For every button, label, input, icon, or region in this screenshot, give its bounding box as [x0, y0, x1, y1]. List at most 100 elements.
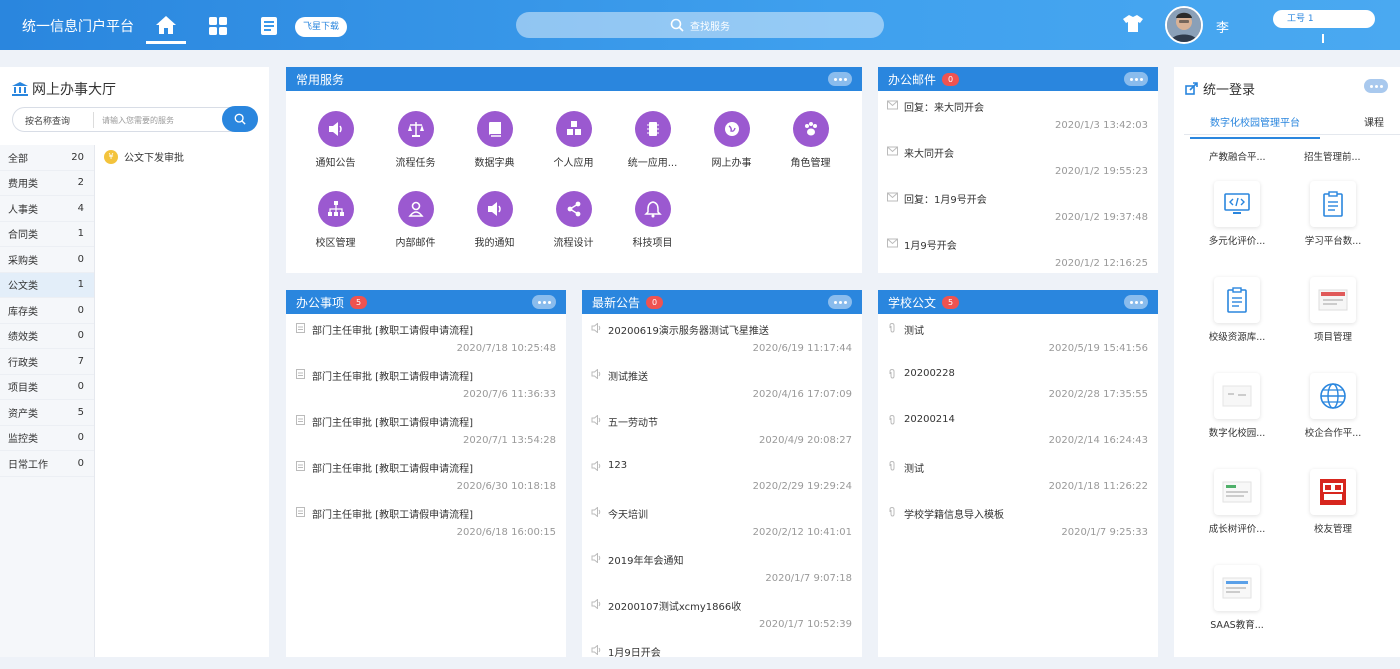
- category-item[interactable]: 行政类 7: [0, 349, 94, 375]
- service-process-task[interactable]: 流程任务: [376, 111, 455, 169]
- tab-platform[interactable]: 数字化校园管理平台: [1190, 114, 1320, 139]
- category-item[interactable]: 监控类 0: [0, 426, 94, 451]
- service-unified-apps[interactable]: 统一应用...: [613, 111, 692, 169]
- avatar[interactable]: [1165, 6, 1203, 44]
- school-documents-panel: 学校公文 5 测试 2020/5/19 15:41:56 20200228 2020…: [878, 290, 1158, 657]
- category-item-active[interactable]: 公文类 1: [0, 272, 94, 298]
- app-link[interactable]: 招生管理前...: [1304, 149, 1361, 163]
- task-item[interactable]: 部门主任审批 [教职工请假申请流程] 2020/6/30 10:18:18: [286, 452, 566, 498]
- app-tile[interactable]: 项目管理: [1288, 277, 1378, 343]
- panel-header: 最新公告 0: [582, 290, 862, 314]
- mail-item[interactable]: 1月9号开会 2020/1/2 12:16:25: [878, 229, 1158, 275]
- notice-item[interactable]: 测试推送 2020/4/16 17:07:09: [582, 360, 862, 406]
- service-personal-apps[interactable]: 个人应用: [534, 111, 613, 169]
- notice-item[interactable]: 1月9日开会: [582, 636, 862, 657]
- category-item[interactable]: 人事类 4: [0, 196, 94, 222]
- search-scope-select[interactable]: 按名称查询: [25, 114, 70, 127]
- task-item[interactable]: 部门主任审批 [教职工请假申请流程] 2020/7/1 13:54:28: [286, 406, 566, 452]
- category-item[interactable]: 费用类 2: [0, 171, 94, 196]
- service-internal-mail[interactable]: 内部邮件: [376, 191, 455, 249]
- app-tile[interactable]: 多元化评价...: [1192, 181, 1282, 247]
- category-service-item[interactable]: ¥ 公文下发审批: [104, 149, 184, 164]
- app-link[interactable]: 产教融合平...: [1209, 149, 1266, 163]
- document-item[interactable]: 测试 2020/5/19 15:41:56: [878, 314, 1158, 360]
- category-item[interactable]: 合同类 1: [0, 222, 94, 247]
- notice-item[interactable]: 2019年年会通知 2020/1/7 9:07:18: [582, 544, 862, 590]
- app-tile[interactable]: 学习平台数...: [1288, 181, 1378, 247]
- theme-button[interactable]: [1122, 13, 1144, 36]
- chip-icon: [646, 122, 659, 136]
- app-tile[interactable]: 校企合作平...: [1288, 373, 1378, 439]
- speaker-icon: [591, 553, 601, 563]
- notice-item[interactable]: 20200619演示服务器测试飞星推送 2020/6/19 11:17:44: [582, 314, 862, 360]
- more-button[interactable]: [828, 72, 852, 86]
- app-tile[interactable]: 校友管理: [1288, 469, 1378, 535]
- file-icon: [296, 507, 305, 517]
- mail-item[interactable]: 回复：1月9号开会 2020/1/2 19:37:48: [878, 183, 1158, 229]
- category-item[interactable]: 日常工作 0: [0, 451, 94, 477]
- more-button[interactable]: [1124, 295, 1148, 309]
- app-tile[interactable]: 数字化校园...: [1192, 373, 1282, 439]
- service-tech-projects[interactable]: 科技项目: [613, 191, 692, 249]
- download-button[interactable]: 飞星下载: [295, 17, 348, 37]
- more-button[interactable]: [532, 295, 556, 309]
- apps-nav-button[interactable]: [198, 10, 238, 42]
- service-data-dictionary[interactable]: 数据字典: [455, 111, 534, 169]
- category-list: 全部 20 费用类 2 人事类 4 合同类 1 采购类 0 公文类 1 库存类 0 绩效类 0 …: [0, 145, 95, 657]
- category-item[interactable]: 项目类 0: [0, 375, 94, 400]
- unified-login-panel: 统一登录 数字化校园管理平台 课程 产教融合平... 招生管理前... 多元化评…: [1174, 67, 1400, 657]
- top-bar: 统一信息门户平台 飞星下载 查找服务 李 工号 1: [0, 0, 1400, 50]
- more-button[interactable]: [1124, 72, 1148, 86]
- app-tile[interactable]: 校级资源库...: [1192, 277, 1282, 343]
- clip-icon: [889, 323, 895, 333]
- task-item[interactable]: 部门主任审批 [教职工请假申请流程] 2020/6/18 16:00:15: [286, 498, 566, 544]
- task-item[interactable]: 部门主任审批 [教职工请假申请流程] 2020/7/18 10:25:48: [286, 314, 566, 360]
- mail-item[interactable]: 来大同开会 2020/1/2 19:55:23: [878, 137, 1158, 183]
- office-tasks-panel: 办公事项 5 部门主任审批 [教职工请假申请流程] 2020/7/18 10:25…: [286, 290, 566, 657]
- user-id-badge[interactable]: 工号 1: [1273, 10, 1375, 28]
- panel-header: 学校公文 5: [878, 290, 1158, 314]
- speaker-icon: [591, 461, 601, 471]
- clip-icon: [889, 369, 895, 379]
- service-online-office[interactable]: 网上办事: [692, 111, 771, 169]
- app-tile[interactable]: 成长树评价...: [1192, 469, 1282, 535]
- service-hall-title: 网上办事大厅: [12, 79, 116, 99]
- more-button[interactable]: [828, 295, 852, 309]
- more-button[interactable]: [1364, 79, 1388, 93]
- notice-item[interactable]: 今天培训 2020/2/12 10:41:01: [582, 498, 862, 544]
- hall-search-input[interactable]: 请输入您需要的服务: [102, 115, 174, 126]
- speaker-icon: [591, 369, 601, 379]
- home-nav-button[interactable]: [146, 8, 186, 44]
- document-item[interactable]: 学校学籍信息导入模板 2020/1/7 9:25:33: [878, 498, 1158, 544]
- service-role-management[interactable]: 角色管理: [771, 111, 850, 169]
- notice-item[interactable]: 五一劳动节 2020/4/9 20:08:27: [582, 406, 862, 452]
- service-my-notices[interactable]: 我的通知: [455, 191, 534, 249]
- service-campus-management[interactable]: 校区管理: [296, 191, 375, 249]
- mail-item[interactable]: 回复：来大同开会 2020/1/3 13:42:03: [878, 91, 1158, 137]
- documents-nav-button[interactable]: [249, 10, 289, 42]
- tab-course[interactable]: 课程: [1364, 114, 1384, 129]
- document-icon: [261, 17, 277, 35]
- task-item[interactable]: 部门主任审批 [教职工请假申请流程] 2020/7/6 11:36:33: [286, 360, 566, 406]
- document-item[interactable]: 测试 2020/1/18 11:26:22: [878, 452, 1158, 498]
- share-icon: [567, 201, 580, 217]
- app-tile[interactable]: SAAS教育...: [1192, 565, 1282, 631]
- notice-item[interactable]: 123 2020/2/29 19:29:24: [582, 452, 862, 498]
- notice-item[interactable]: 20200107测试xcmy1866收 2020/1/7 10:52:39: [582, 590, 862, 636]
- document-item[interactable]: 20200214 2020/2/14 16:24:43: [878, 406, 1158, 452]
- service-notice[interactable]: 通知公告: [296, 111, 375, 169]
- category-item[interactable]: 资产类 5: [0, 400, 94, 426]
- service-search-input[interactable]: 查找服务: [516, 12, 884, 38]
- search-divider: [93, 112, 94, 128]
- category-item[interactable]: 库存类 0: [0, 298, 94, 324]
- hall-search-button[interactable]: [222, 106, 258, 132]
- envelope-icon: [887, 238, 898, 248]
- user-icon: [407, 201, 424, 217]
- category-item[interactable]: 绩效类 0: [0, 324, 94, 349]
- category-item[interactable]: 采购类 0: [0, 247, 94, 273]
- service-process-design[interactable]: 流程设计: [534, 191, 613, 249]
- panel-title: 最新公告: [592, 295, 641, 310]
- category-item[interactable]: 全部 20: [0, 145, 94, 171]
- document-item[interactable]: 20200228 2020/2/28 17:35:55: [878, 360, 1158, 406]
- service-hall-panel: 网上办事大厅 按名称查询 请输入您需要的服务 全部 20 费用类 2 人事类 4 合同…: [0, 67, 269, 657]
